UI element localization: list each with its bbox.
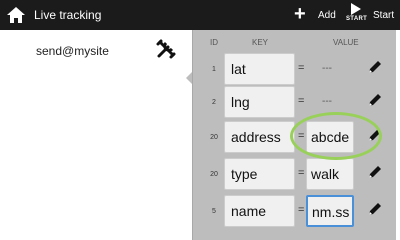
key-field[interactable]: type [224, 158, 295, 190]
table-row: 2 lng = --- [204, 83, 394, 123]
row-id: 20 [210, 171, 218, 178]
start-button-label: Start [373, 10, 395, 21]
value-text: abcde [311, 129, 350, 145]
contact-label: send@mysite [36, 44, 109, 58]
value-text: walk [311, 166, 340, 182]
pencil-icon[interactable] [367, 92, 383, 108]
equals-sign: = [298, 130, 305, 142]
top-bar: Live tracking + Add START Start [0, 0, 400, 30]
value-field: --- [306, 86, 354, 118]
table-row: 20 address = abcde [204, 118, 394, 158]
pencil-icon[interactable] [367, 164, 383, 180]
column-header-id: ID [210, 38, 218, 47]
start-icon-caption: START [346, 16, 368, 22]
pencil-icon[interactable] [367, 127, 383, 143]
equals-sign: = [298, 167, 305, 179]
key-field[interactable]: address [224, 121, 295, 153]
pencil-icon[interactable] [367, 59, 383, 75]
column-header-key: KEY [252, 38, 269, 47]
key-field[interactable]: lng [224, 86, 295, 118]
value-field: --- [306, 53, 354, 85]
table-row: 5 name = nm.ss [204, 192, 394, 232]
pencil-icon[interactable] [367, 201, 383, 217]
key-text: lat [231, 61, 246, 77]
page-title: Live tracking [34, 8, 102, 22]
start-button[interactable]: START Start [346, 0, 400, 30]
value-text: nm.ss [312, 204, 350, 220]
row-id: 2 [212, 99, 216, 106]
value-input[interactable]: nm.ss [306, 195, 354, 227]
add-button-label: Add [318, 10, 336, 21]
key-text: name [231, 203, 267, 219]
key-field[interactable]: name [224, 195, 295, 227]
add-button[interactable]: + Add [292, 0, 338, 30]
list-item[interactable]: send@mysite [0, 30, 190, 68]
key-field[interactable]: lat [224, 53, 295, 85]
row-id: 20 [210, 134, 218, 141]
value-field[interactable]: abcde [306, 121, 354, 153]
value-field[interactable]: walk [306, 158, 354, 190]
key-text: lng [231, 94, 250, 110]
tools-icon[interactable] [155, 38, 177, 60]
key-text: type [231, 166, 258, 182]
row-id: 5 [212, 208, 216, 215]
row-id: 1 [212, 66, 216, 73]
key-text: address [231, 129, 281, 145]
value-text: --- [322, 96, 332, 107]
contact-list: send@mysite [0, 30, 190, 240]
plus-icon: + [294, 3, 306, 25]
table-row: 20 type = walk [204, 155, 394, 195]
equals-sign: = [298, 95, 305, 107]
column-header-value: VALUE [333, 38, 359, 47]
play-icon [351, 3, 361, 15]
equals-sign: = [298, 204, 305, 216]
value-text: --- [322, 63, 332, 74]
equals-sign: = [298, 62, 305, 74]
home-icon[interactable] [6, 5, 26, 25]
